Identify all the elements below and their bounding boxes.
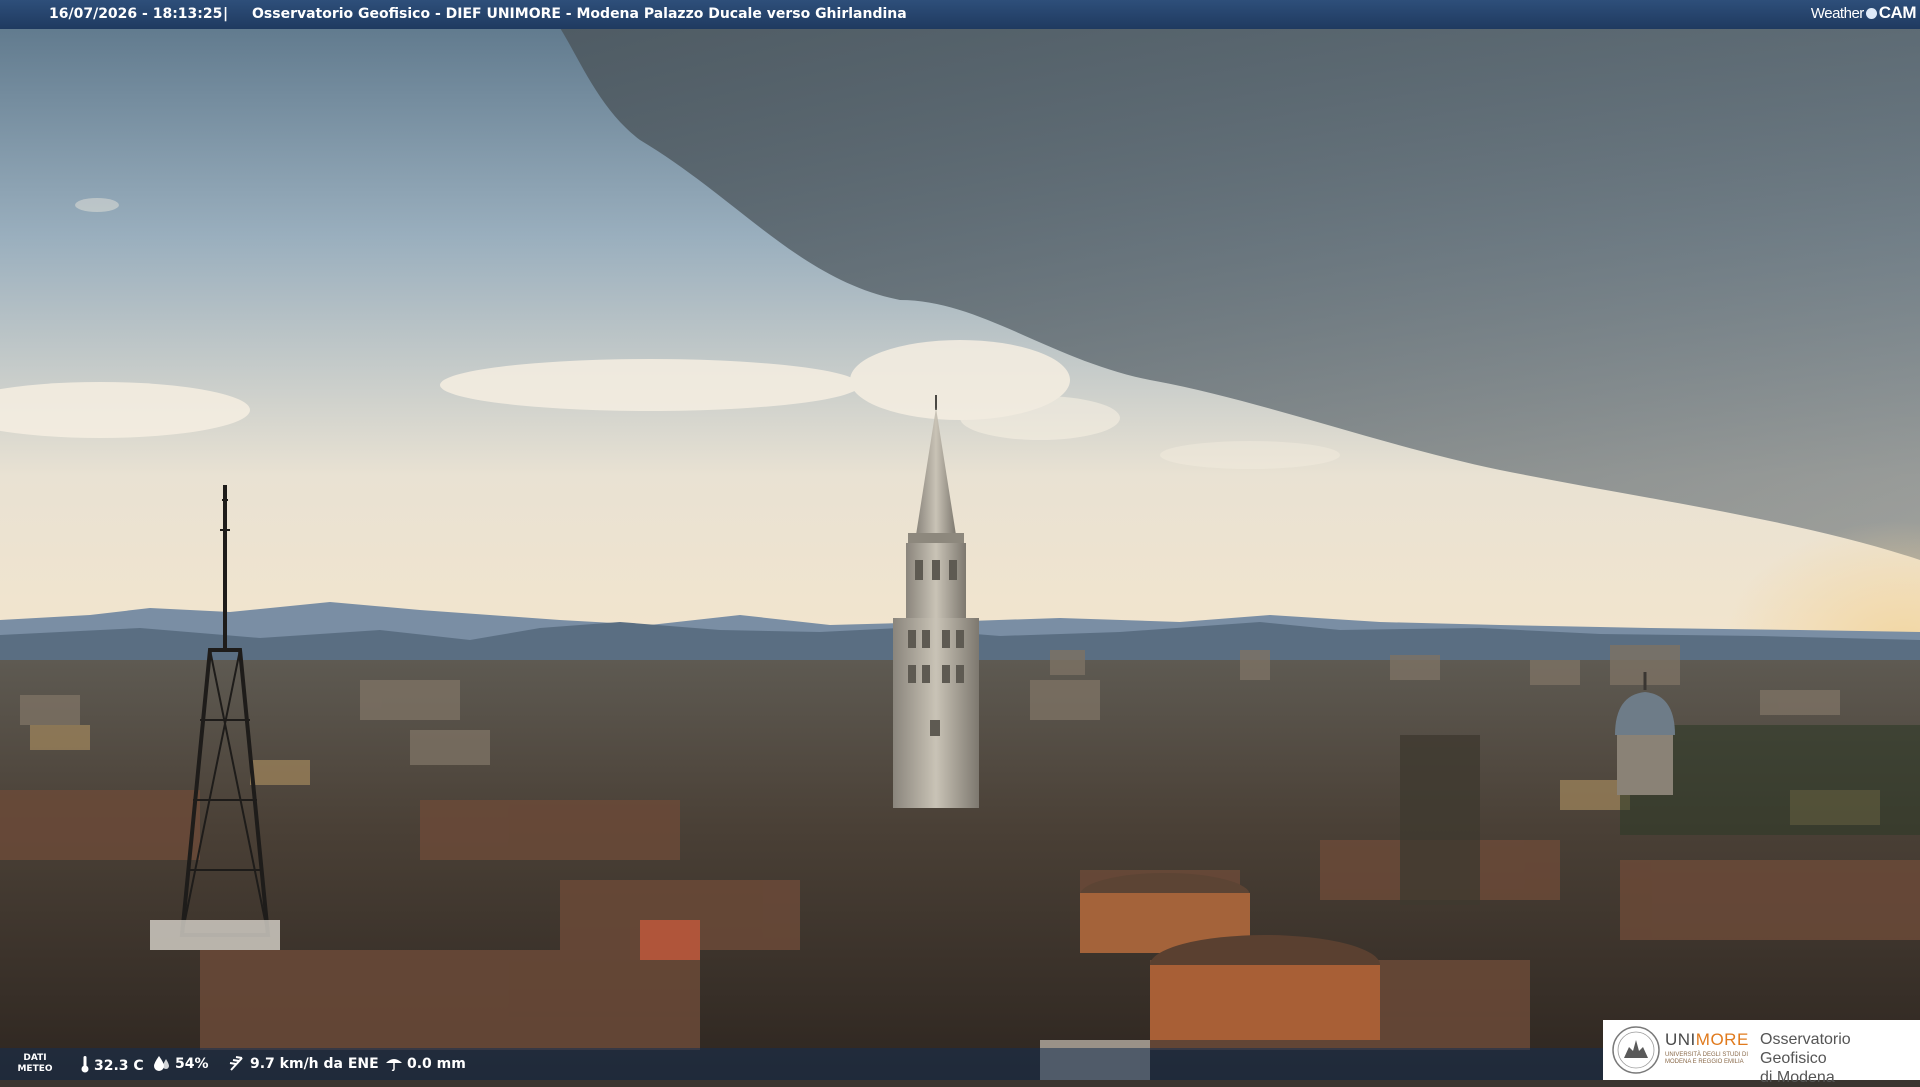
uni-text: UNI xyxy=(1665,1030,1696,1049)
camera-title: Osservatorio Geofisico - DIEF UNIMORE - … xyxy=(252,6,907,22)
timestamp: 16/07/2026 - 18:13:25 xyxy=(49,6,223,22)
webcam-scene xyxy=(0,0,1920,1080)
wind-value: 9.7 km/h da ENE xyxy=(250,1056,379,1072)
university-subtitle-line2: MODENA E REGGIO EMILIA xyxy=(1665,1059,1744,1065)
weather-label-line2: METEO xyxy=(17,1064,53,1074)
humidity-icon xyxy=(154,1056,169,1071)
temperature-value: 32.3 C xyxy=(94,1058,144,1074)
university-subtitle: UNIVERSITÀ DEGLI STUDI DI MODENA E REGGI… xyxy=(1665,1052,1748,1066)
wind-reading: 9.7 km/h da ENE xyxy=(228,1055,379,1072)
university-subtitle-line1: UNIVERSITÀ DEGLI STUDI DI xyxy=(1665,1052,1749,1058)
weather-label-line1: DATI xyxy=(23,1053,47,1063)
weathercam-logo: Weather CAM xyxy=(1810,3,1917,23)
humidity-reading: 54% xyxy=(153,1055,209,1072)
brand-dot-icon xyxy=(1865,8,1877,19)
caption-separator: | xyxy=(223,6,229,22)
rain-reading: 0.0 mm xyxy=(385,1055,466,1072)
university-seal-icon xyxy=(1612,1026,1660,1074)
unimore-logo: UNIMORE UNIVERSITÀ DEGLI STUDI DI MODENA… xyxy=(1603,1020,1920,1086)
observatory-line1: Osservatorio Geofisico xyxy=(1760,1031,1851,1067)
observatory-line2: di Modena xyxy=(1760,1069,1835,1086)
unimore-wordmark: UNIMORE xyxy=(1665,1030,1749,1050)
observatory-name: Osservatorio Geofisico di Modena xyxy=(1760,1030,1920,1087)
brand-weather: Weather xyxy=(1810,5,1864,22)
more-text: MORE xyxy=(1695,1030,1749,1049)
wind-icon xyxy=(229,1056,243,1071)
weather-label: DATI METEO xyxy=(17,1053,53,1075)
rain-icon xyxy=(386,1059,402,1072)
caption-bar: 16/07/2026 - 18:13:25 | Osservatorio Geo… xyxy=(0,0,1920,29)
humidity-value: 54% xyxy=(175,1056,209,1072)
temperature-reading: 32.3 C xyxy=(80,1055,144,1074)
brand-cam: CAM xyxy=(1878,3,1917,22)
rain-value: 0.0 mm xyxy=(407,1056,466,1072)
thermometer-icon xyxy=(81,1056,89,1073)
weather-strip: DATI METEO 32.3 C 54% 9.7 km/h da ENE 0.… xyxy=(0,1048,1603,1080)
